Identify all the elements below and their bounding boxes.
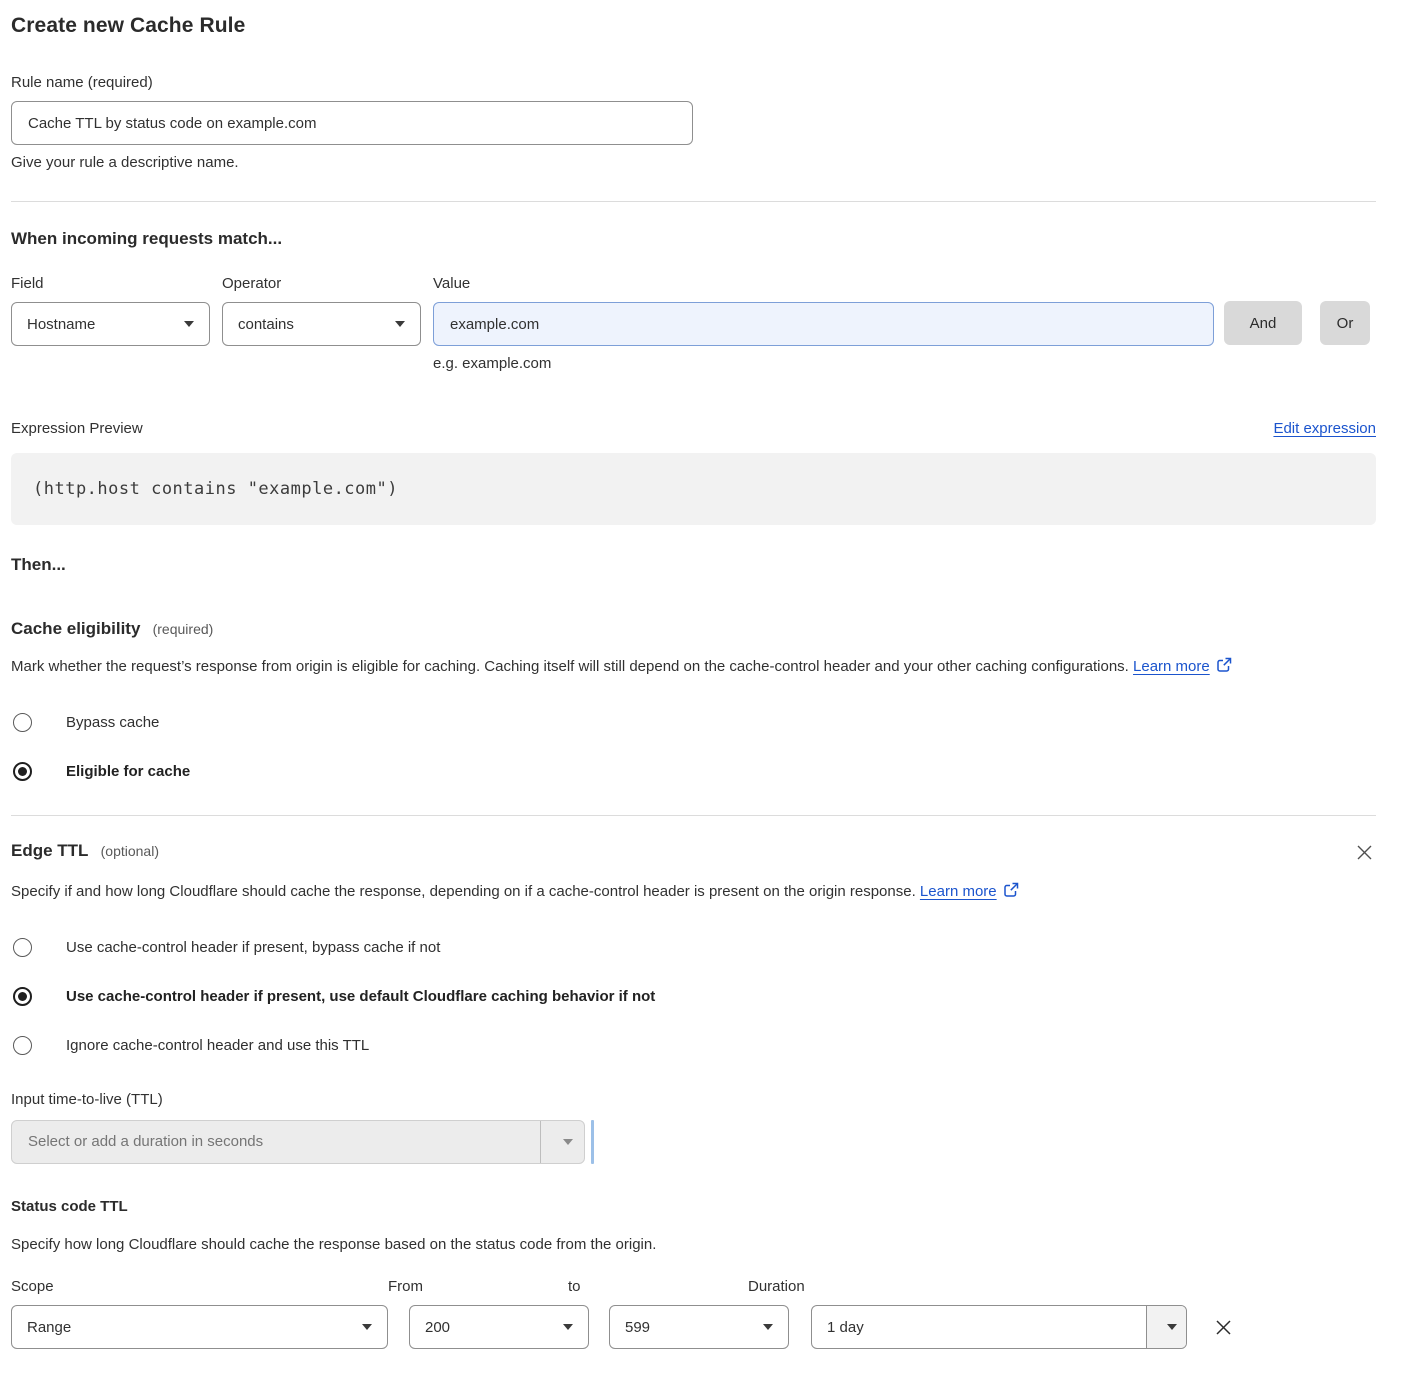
external-link-icon <box>1003 880 1019 908</box>
section-divider <box>11 201 1376 202</box>
radio-label: Eligible for cache <box>66 763 190 780</box>
duration-label: Duration <box>748 1278 1124 1295</box>
page-title: Create new Cache Rule <box>11 14 1376 38</box>
and-button[interactable]: And <box>1224 301 1302 345</box>
scope-select-value: Range <box>27 1319 71 1336</box>
cache-eligibility-description-text: Mark whether the request’s response from… <box>11 658 1129 675</box>
radio-label: Ignore cache-control header and use this… <box>66 1037 369 1054</box>
radio-circle-icon <box>13 1036 32 1055</box>
to-select[interactable]: 599 <box>609 1305 789 1349</box>
edge-ttl-optional-badge: (optional) <box>101 843 159 859</box>
then-heading: Then... <box>11 555 1376 575</box>
radio-circle-icon <box>13 938 32 957</box>
from-select-value: 200 <box>425 1319 450 1336</box>
remove-status-code-row-icon[interactable] <box>1211 1315 1236 1340</box>
duration-select[interactable]: 1 day <box>811 1305 1187 1349</box>
ttl-duration-input <box>12 1133 540 1150</box>
chevron-down-icon <box>563 1139 573 1145</box>
edge-ttl-description-text: Specify if and how long Cloudflare shoul… <box>11 883 916 900</box>
text-cursor-indicator <box>591 1120 594 1164</box>
edge-ttl-learn-more-link[interactable]: Learn more <box>920 883 997 900</box>
chevron-down-icon <box>563 1324 573 1330</box>
expression-code: (http.host contains "example.com") <box>11 453 1376 525</box>
scope-label: Scope <box>11 1278 388 1295</box>
radio-circle-icon <box>13 713 32 732</box>
status-code-ttl-description: Specify how long Cloudflare should cache… <box>11 1231 1376 1259</box>
field-label: Field <box>11 275 210 292</box>
cache-eligibility-description: Mark whether the request’s response from… <box>11 653 1376 683</box>
rule-name-helper: Give your rule a descriptive name. <box>11 154 1376 171</box>
value-input[interactable] <box>433 302 1214 346</box>
radio-selected-icon <box>13 987 32 1006</box>
duration-select-arrow-zone[interactable] <box>1146 1306 1186 1348</box>
to-label: to <box>568 1278 748 1295</box>
chevron-down-icon <box>395 321 405 327</box>
edge-ttl-heading: Edge TTL <box>11 841 88 860</box>
value-label: Value <box>433 275 1214 292</box>
match-heading: When incoming requests match... <box>11 229 1376 249</box>
edit-expression-link[interactable]: Edit expression <box>1273 420 1376 437</box>
ttl-input-label: Input time-to-live (TTL) <box>11 1091 1376 1108</box>
expression-preview-label: Expression Preview <box>11 420 143 437</box>
value-helper: e.g. example.com <box>433 355 1214 372</box>
rule-name-label: Rule name (required) <box>11 74 1376 91</box>
chevron-down-icon <box>362 1324 372 1330</box>
radio-label: Use cache-control header if present, use… <box>66 988 655 1005</box>
operator-select[interactable]: contains <box>222 302 421 346</box>
radio-label: Bypass cache <box>66 714 159 731</box>
external-link-icon <box>1216 655 1232 683</box>
scope-select[interactable]: Range <box>11 1305 388 1349</box>
section-divider <box>11 815 1376 816</box>
radio-cache-control-bypass[interactable]: Use cache-control header if present, byp… <box>11 938 1376 957</box>
edge-ttl-close-icon[interactable] <box>1353 841 1376 864</box>
chevron-down-icon <box>184 321 194 327</box>
radio-bypass-cache[interactable]: Bypass cache <box>11 713 1376 732</box>
edge-ttl-description: Specify if and how long Cloudflare shoul… <box>11 878 1111 908</box>
or-button[interactable]: Or <box>1320 301 1370 345</box>
field-select[interactable]: Hostname <box>11 302 210 346</box>
radio-selected-icon <box>13 762 32 781</box>
create-cache-rule-form: Create new Cache Rule Rule name (require… <box>0 0 1412 1375</box>
radio-label: Use cache-control header if present, byp… <box>66 939 440 956</box>
from-select[interactable]: 200 <box>409 1305 589 1349</box>
chevron-down-icon <box>1167 1324 1177 1330</box>
ttl-select-arrow-zone[interactable] <box>540 1121 584 1163</box>
duration-select-value: 1 day <box>812 1306 1146 1348</box>
ttl-duration-select[interactable] <box>11 1120 585 1164</box>
cache-eligibility-learn-more-link[interactable]: Learn more <box>1133 658 1210 675</box>
operator-label: Operator <box>222 275 421 292</box>
from-label: From <box>388 1278 568 1295</box>
cache-eligibility-required-badge: (required) <box>153 621 214 637</box>
radio-eligible-for-cache[interactable]: Eligible for cache <box>11 762 1376 781</box>
radio-ignore-cache-control[interactable]: Ignore cache-control header and use this… <box>11 1036 1376 1055</box>
radio-cache-control-default[interactable]: Use cache-control header if present, use… <box>11 987 1376 1006</box>
chevron-down-icon <box>763 1324 773 1330</box>
status-code-ttl-heading: Status code TTL <box>11 1198 1376 1215</box>
cache-eligibility-heading: Cache eligibility <box>11 619 140 638</box>
rule-name-input[interactable] <box>11 101 693 145</box>
field-select-value: Hostname <box>27 316 95 333</box>
operator-select-value: contains <box>238 316 294 333</box>
to-select-value: 599 <box>625 1319 650 1336</box>
